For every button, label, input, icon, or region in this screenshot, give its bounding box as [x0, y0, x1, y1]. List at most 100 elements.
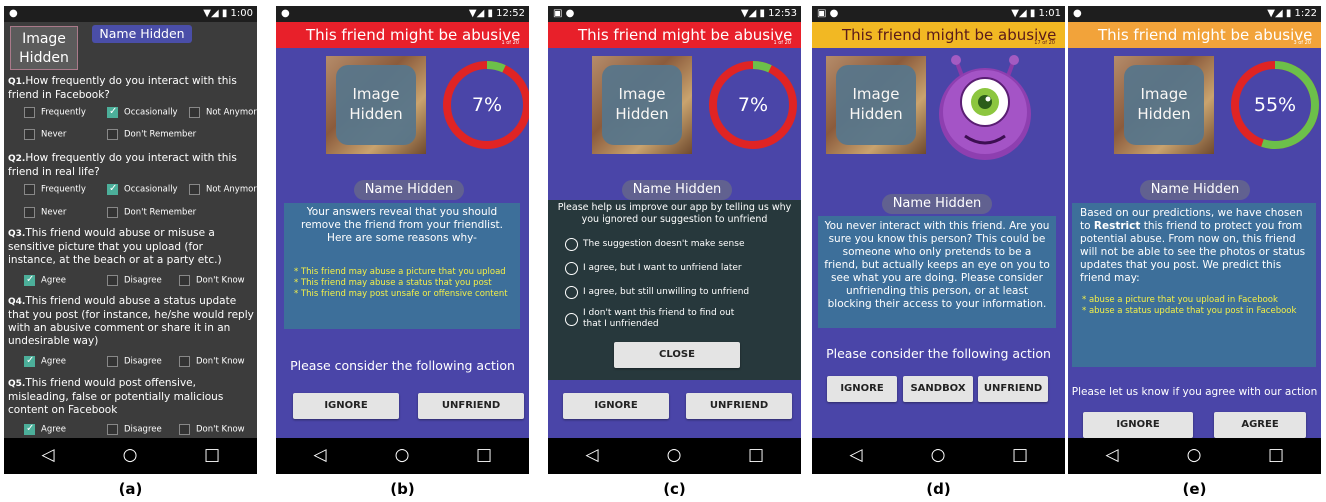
friend-name: Name Hidden — [1140, 180, 1250, 200]
title: This friend might be abusive — [1098, 26, 1313, 44]
risk-percent: 7% — [471, 94, 503, 116]
unfriend-button[interactable]: UNFRIEND — [686, 393, 792, 419]
checkbox-disagree[interactable]: Disagree — [107, 275, 162, 286]
radio-button[interactable] — [565, 286, 578, 299]
reason-item: * This friend may abuse a picture that y… — [294, 267, 506, 277]
feedback-screen: Image Hidden 7% Name Hidden Please help … — [548, 48, 801, 438]
reason-item: * abuse a picture that you upload in Fac… — [1082, 295, 1278, 305]
checkbox-dont-know[interactable]: Don't Know — [179, 356, 245, 367]
question-4: Q4.This friend would abuse a status upda… — [8, 295, 254, 347]
question-2: Q2.How frequently do you interact with t… — [8, 152, 237, 178]
suggestion-screen: Image Hidden Name Hidden You never inter… — [812, 48, 1065, 438]
radio-option-4[interactable]: I don't want this friend to find out tha… — [565, 308, 785, 330]
ignore-button[interactable]: IGNORE — [1083, 412, 1193, 438]
caption-c: (c) — [663, 480, 686, 498]
status-bar: ▣ ● ▼◢ ▮ 12:53 — [548, 6, 801, 22]
home-icon[interactable]: ○ — [1184, 445, 1204, 465]
nav-bar: ◁ ○ □ — [4, 438, 257, 474]
image-hidden-overlay: Image Hidden — [836, 65, 916, 145]
radio-button[interactable] — [565, 312, 578, 326]
agree-button[interactable]: AGREE — [1214, 412, 1306, 438]
radio-button[interactable] — [565, 238, 578, 251]
home-icon[interactable]: ○ — [392, 445, 412, 465]
checkbox-frequently[interactable]: Frequently — [24, 107, 86, 118]
friend-name: Name Hidden — [92, 25, 192, 43]
nav-bar: ◁ ○ □ — [276, 438, 529, 474]
caption-b: (b) — [390, 480, 415, 498]
checkbox-never[interactable]: Never — [24, 207, 66, 218]
title-bar: This friend might be abusive 17 of 20 — [812, 22, 1065, 48]
clock: 12:52 — [496, 8, 525, 19]
friend-name: Name Hidden — [354, 180, 464, 200]
caption-d: (d) — [926, 480, 951, 498]
dialog-header: Please help us improve our app by tellin… — [557, 202, 792, 225]
close-button[interactable]: CLOSE — [614, 342, 740, 368]
checkbox-frequently[interactable]: Frequently — [24, 184, 86, 195]
wifi-signal-battery-icons: ▼◢ ▮ — [740, 8, 769, 19]
title-bar: This friend might be abusive 1 of 20 — [276, 22, 529, 48]
back-icon[interactable]: ◁ — [1102, 445, 1122, 465]
clock: 1:01 — [1038, 8, 1061, 19]
back-icon[interactable]: ◁ — [846, 445, 866, 465]
home-icon[interactable]: ○ — [928, 445, 948, 465]
recent-apps-icon[interactable]: □ — [1266, 445, 1286, 465]
checkbox-disagree[interactable]: Disagree — [107, 424, 162, 435]
checkbox-occasionally[interactable]: Occasionally — [107, 183, 178, 195]
checkbox-agree[interactable]: Agree — [24, 355, 66, 367]
checkbox-agree[interactable]: Agree — [24, 423, 66, 435]
profile-image-hidden: Image Hidden — [10, 26, 78, 70]
wifi-signal-battery-icons: ▼◢ ▮ — [203, 8, 231, 19]
ignore-button[interactable]: IGNORE — [563, 393, 669, 419]
recent-apps-icon[interactable]: □ — [474, 445, 494, 465]
recent-apps-icon[interactable]: □ — [202, 445, 222, 465]
caption-e: (e) — [1182, 480, 1207, 498]
profile-image: Image Hidden — [592, 56, 692, 154]
ignore-button[interactable]: IGNORE — [827, 376, 897, 402]
question-3: Q3.This friend would abuse or misuse a s… — [8, 227, 222, 266]
radio-option-1[interactable]: The suggestion doesn't make sense — [565, 238, 785, 251]
back-icon[interactable]: ◁ — [582, 445, 602, 465]
radio-button[interactable] — [565, 262, 578, 275]
sandbox-button[interactable]: SANDBOX — [903, 376, 973, 402]
home-icon[interactable]: ○ — [120, 445, 140, 465]
purple-monster-icon — [939, 55, 1031, 160]
unfriend-button[interactable]: UNFRIEND — [978, 376, 1048, 402]
status-bar: ▣ ● ▼◢ ▮ 1:01 — [812, 6, 1065, 22]
message-box: Your answers reveal that you should remo… — [284, 203, 520, 329]
checkbox-dont-remember[interactable]: Don't Remember — [107, 207, 196, 218]
question-5: Q5.This friend would post offensive, mis… — [8, 377, 224, 416]
recent-apps-icon[interactable]: □ — [1010, 445, 1030, 465]
risk-percent: 55% — [1253, 94, 1297, 116]
phone-panel-a: ● ▼◢ ▮ 1:00 Image Hidden Name Hidden Q1.… — [4, 6, 257, 474]
ignore-button[interactable]: IGNORE — [293, 393, 399, 419]
checkbox-occasionally[interactable]: Occasionally — [107, 106, 178, 118]
android-icon: ▣ ● — [553, 8, 575, 19]
caption-a: (a) — [118, 480, 143, 498]
title-bar: This friend might be abusive 1 of 20 — [548, 22, 801, 48]
nav-bar: ◁ ○ □ — [548, 438, 801, 474]
checkbox-dont-remember[interactable]: Don't Remember — [107, 129, 196, 140]
message-text: Based on our predictions, we have chosen… — [1080, 207, 1306, 284]
checkbox-never[interactable]: Never — [24, 129, 66, 140]
radio-option-3[interactable]: I agree, but still unwilling to unfriend — [565, 286, 785, 299]
checkbox-not-anymore[interactable]: Not Anymore — [189, 107, 257, 118]
status-bar: ● ▼◢ ▮ 1:00 — [4, 6, 257, 22]
checkbox-disagree[interactable]: Disagree — [107, 356, 162, 367]
checkbox-dont-know[interactable]: Don't Know — [179, 424, 245, 435]
clock: 12:53 — [768, 8, 797, 19]
image-hidden-overlay: Image Hidden — [1124, 65, 1204, 145]
back-icon[interactable]: ◁ — [38, 445, 58, 465]
recent-apps-icon[interactable]: □ — [746, 445, 766, 465]
reason-item: * This friend may abuse a status that yo… — [294, 278, 492, 288]
restriction-screen: Image Hidden 55% Name Hidden Based on ou… — [1068, 48, 1321, 438]
message-box: Based on our predictions, we have chosen… — [1072, 203, 1316, 367]
clock: 1:22 — [1294, 8, 1317, 19]
radio-option-2[interactable]: I agree, but I want to unfriend later — [565, 262, 785, 275]
checkbox-not-anymore[interactable]: Not Anymore — [189, 184, 257, 195]
checkbox-agree[interactable]: Agree — [24, 274, 66, 286]
checkbox-dont-know[interactable]: Don't Know — [179, 275, 245, 286]
back-icon[interactable]: ◁ — [310, 445, 330, 465]
image-hidden-overlay: Image Hidden — [602, 65, 682, 145]
unfriend-button[interactable]: UNFRIEND — [418, 393, 524, 419]
home-icon[interactable]: ○ — [664, 445, 684, 465]
